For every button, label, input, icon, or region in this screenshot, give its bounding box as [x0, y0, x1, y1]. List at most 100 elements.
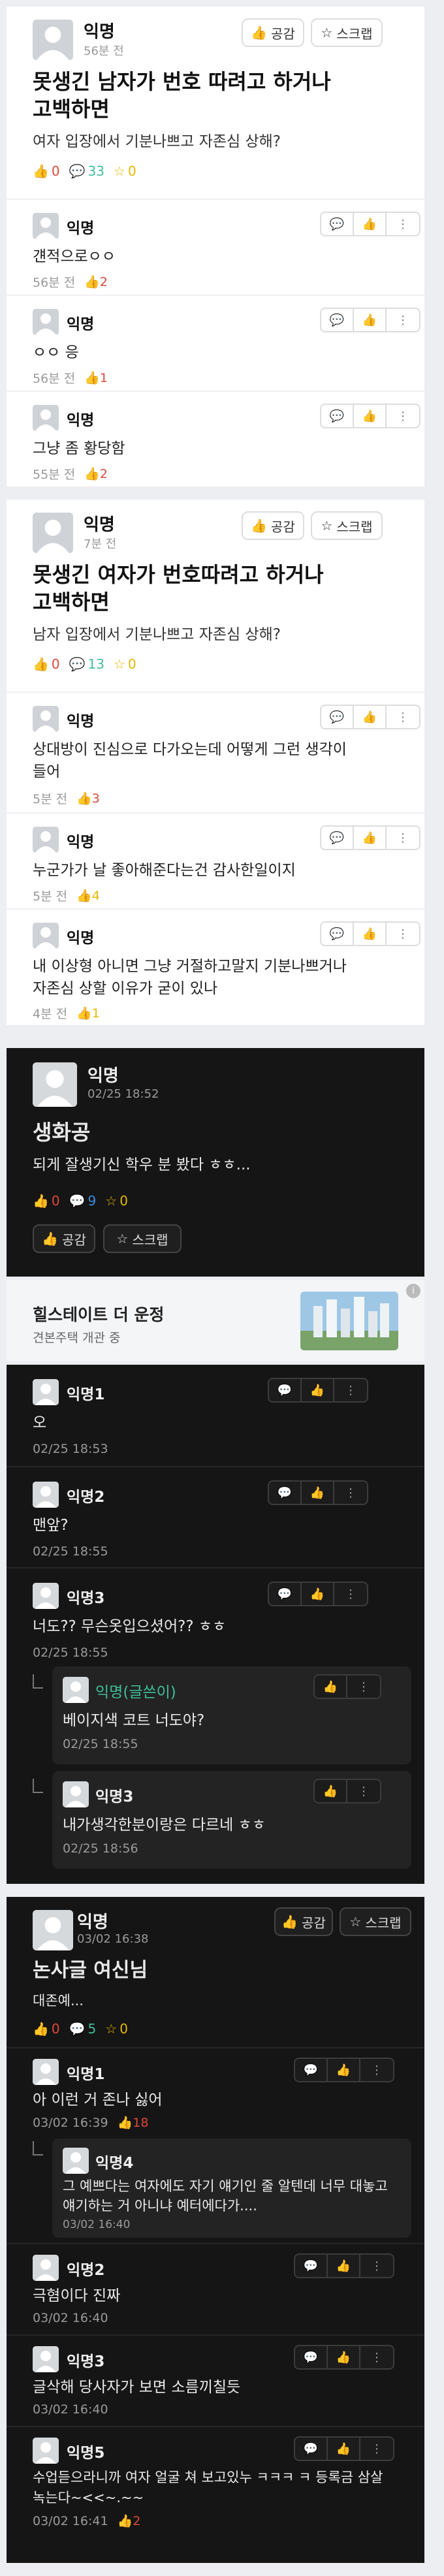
- more-icon[interactable]: ⋮: [360, 2438, 393, 2460]
- thumbs-up-icon[interactable]: 👍: [328, 2059, 360, 2081]
- comment-avatar: [33, 2059, 59, 2085]
- reply-meta: 02/25 18:56: [63, 1841, 138, 1856]
- comment-actions[interactable]: 💬 👍 ⋮: [320, 825, 420, 850]
- thumbs-up-icon[interactable]: 👍: [354, 213, 387, 235]
- reply-icon[interactable]: 💬: [321, 213, 354, 235]
- comment-actions[interactable]: 💬 👍 ⋮: [320, 308, 420, 332]
- scrap-button[interactable]: ☆ 스크랩: [340, 1907, 411, 1936]
- like-button[interactable]: 👍 공감: [33, 1224, 95, 1253]
- comment-actions[interactable]: 💬 👍 ⋮: [320, 921, 420, 946]
- comment-meta: 4분 전 👍1: [33, 1006, 100, 1021]
- comment-avatar: [33, 923, 59, 949]
- ad-info-icon[interactable]: i: [406, 1284, 420, 1298]
- more-icon[interactable]: ⋮: [387, 706, 419, 728]
- more-icon[interactable]: ⋮: [387, 827, 419, 849]
- like-button[interactable]: 👍 공감: [242, 511, 304, 540]
- thumbs-up-icon[interactable]: 👍: [328, 2438, 360, 2460]
- comment: 익명 💬 👍 ⋮ 내 이상형 아니면 그냥 거절하고말지 기분나쁘거나 자존심 상할…: [7, 908, 424, 1025]
- comment-actions[interactable]: 💬 👍 ⋮: [320, 404, 420, 428]
- comment-text: 글삭해 당사자가 보면 소름끼칠듯: [33, 2379, 241, 2396]
- reply-icon[interactable]: 💬: [269, 1583, 302, 1605]
- thumbs-up-icon[interactable]: 👍: [354, 827, 387, 849]
- thumbs-up-icon[interactable]: 👍: [328, 2255, 360, 2277]
- comment-actions[interactable]: 💬 👍 ⋮: [294, 2345, 394, 2370]
- more-icon[interactable]: ⋮: [334, 1583, 367, 1605]
- thumbs-up-icon[interactable]: 👍: [302, 1583, 334, 1605]
- more-icon[interactable]: ⋮: [334, 1379, 367, 1401]
- more-icon[interactable]: ⋮: [347, 1676, 380, 1698]
- comment-actions[interactable]: 💬 👍 ⋮: [268, 1582, 368, 1606]
- post-card-2: 익명 7분 전 👍 공감 ☆ 스크랩 못생긴 여자가 번호따려고 하거나 고백하면 …: [7, 500, 424, 1025]
- comment-actions[interactable]: 💬 👍 ⋮: [320, 212, 420, 236]
- post-time: 56분 전: [84, 44, 124, 58]
- scrap-button[interactable]: ☆ 스크랩: [103, 1224, 182, 1253]
- thumbs-up-icon: 👍: [76, 1006, 92, 1021]
- comment-text: 극혐이다 진짜: [33, 2287, 121, 2304]
- thumbs-up-icon: 👍: [117, 2116, 133, 2130]
- thumbs-up-icon[interactable]: 👍: [315, 1780, 347, 1802]
- thumbs-up-icon[interactable]: 👍: [354, 309, 387, 331]
- more-icon[interactable]: ⋮: [387, 405, 419, 427]
- thumbs-up-icon[interactable]: 👍: [315, 1676, 347, 1698]
- ad-banner[interactable]: 힐스테이트 더 운정 견본주택 개관 중 i: [7, 1280, 424, 1361]
- reply-icon[interactable]: 💬: [321, 405, 354, 427]
- more-icon[interactable]: ⋮: [360, 2346, 393, 2368]
- comment-meta: 03/02 16:41 👍2: [33, 2513, 141, 2529]
- reply-avatar: [63, 1677, 89, 1703]
- post-author: 익명: [87, 1066, 119, 1086]
- more-icon[interactable]: ⋮: [387, 309, 419, 331]
- comment-actions[interactable]: 💬 👍 ⋮: [320, 705, 420, 729]
- reply-icon[interactable]: 💬: [321, 923, 354, 945]
- comment-actions[interactable]: 💬 👍 ⋮: [294, 2253, 394, 2278]
- more-icon[interactable]: ⋮: [387, 923, 419, 945]
- more-icon[interactable]: ⋮: [360, 2255, 393, 2277]
- post-stats: 👍 0 💬 9 ☆ 0: [33, 1193, 128, 1209]
- comment-avatar: [33, 1482, 59, 1508]
- comment-actions[interactable]: 💬 👍 ⋮: [268, 1378, 368, 1403]
- scrap-button[interactable]: ☆ 스크랩: [311, 18, 383, 47]
- more-icon[interactable]: ⋮: [334, 1482, 367, 1504]
- reply-icon[interactable]: 💬: [321, 309, 354, 331]
- thumbs-up-icon[interactable]: 👍: [354, 706, 387, 728]
- reply-text: 베이지색 코트 너도야?: [63, 1712, 205, 1729]
- comment-avatar: [33, 213, 59, 239]
- thumbs-up-icon[interactable]: 👍: [302, 1379, 334, 1401]
- reply-text: 그 예쁘다는 여자에도 자기 얘기인 줄 알텐데 너무 대놓고 얘기하는 거 아…: [63, 2178, 388, 2214]
- like-button[interactable]: 👍 공감: [242, 18, 304, 47]
- post-stats: 👍 0 💬 5 ☆ 0: [33, 2021, 128, 2037]
- star-icon: ☆: [349, 1914, 362, 1930]
- comment-actions[interactable]: 💬 👍 ⋮: [294, 2058, 394, 2082]
- reply-actions[interactable]: 👍 ⋮: [313, 1779, 381, 1804]
- reply-icon[interactable]: 💬: [321, 827, 354, 849]
- thumbs-up-icon[interactable]: 👍: [328, 2346, 360, 2368]
- reply-icon[interactable]: 💬: [295, 2346, 328, 2368]
- thumbs-up-icon[interactable]: 👍: [354, 923, 387, 945]
- reply-author: 익명(글쓴이): [95, 1684, 176, 1701]
- post-body: 남자 입장에서 기분나쁘고 자존심 상해?: [33, 626, 281, 643]
- reply: 익명4 그 예쁘다는 여자에도 자기 얘기인 줄 알텐데 너무 대놓고 얘기하는…: [52, 2139, 411, 2238]
- comment: 익명3 💬 👍 ⋮ 글삭해 당사자가 보면 소름끼칠듯 03/02 16:40: [7, 2334, 424, 2426]
- comment-actions[interactable]: 💬 👍 ⋮: [268, 1480, 368, 1505]
- reply-icon[interactable]: 💬: [269, 1379, 302, 1401]
- comment: 익명 💬 👍 ⋮ 누군가가 날 좋아해준다는건 감사한일이지 5분 전 👍4: [7, 812, 424, 908]
- comment: 익명 💬 👍 ⋮ 걘적으로ㅇㅇ 56분 전 👍2: [7, 199, 424, 294]
- comment: 익명 💬 👍 ⋮ 상대방이 진심으로 다가오는데 어떻게 그런 생각이 들어 5분 …: [7, 692, 424, 812]
- like-button[interactable]: 👍 공감: [274, 1907, 333, 1936]
- scrap-button[interactable]: ☆ 스크랩: [311, 511, 383, 540]
- avatar: [33, 20, 73, 60]
- thumbs-up-icon[interactable]: 👍: [302, 1482, 334, 1504]
- reply-icon[interactable]: 💬: [295, 2059, 328, 2081]
- more-icon[interactable]: ⋮: [360, 2059, 393, 2081]
- comment-avatar: [33, 2438, 59, 2464]
- more-icon[interactable]: ⋮: [387, 213, 419, 235]
- reply-icon[interactable]: 💬: [321, 706, 354, 728]
- reply-actions[interactable]: 👍 ⋮: [313, 1674, 381, 1699]
- reply-icon[interactable]: 💬: [295, 2438, 328, 2460]
- comment-actions[interactable]: 💬 👍 ⋮: [294, 2436, 394, 2461]
- comment-avatar: [33, 2346, 59, 2372]
- reply-icon[interactable]: 💬: [295, 2255, 328, 2277]
- reply-icon[interactable]: 💬: [269, 1482, 302, 1504]
- more-icon[interactable]: ⋮: [347, 1780, 380, 1802]
- comment-text: 맨앞?: [33, 1517, 69, 1534]
- thumbs-up-icon[interactable]: 👍: [354, 405, 387, 427]
